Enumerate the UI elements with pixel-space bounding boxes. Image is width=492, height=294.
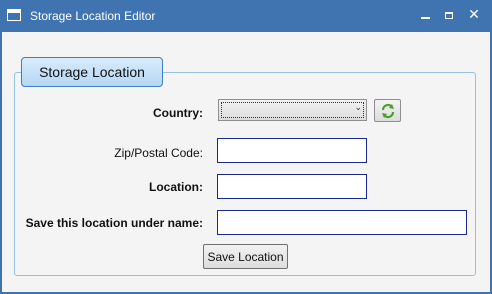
country-dropdown-focus <box>221 102 364 118</box>
zip-input[interactable] <box>217 138 367 163</box>
app-window: Storage Location Editor ✕ Storage Locati… <box>0 0 492 294</box>
minimize-button[interactable] <box>414 5 436 25</box>
window-title: Storage Location Editor <box>30 9 156 23</box>
refresh-button[interactable] <box>374 99 401 122</box>
maximize-button[interactable] <box>438 5 460 25</box>
window-icon <box>7 9 21 21</box>
country-dropdown[interactable]: ⌄ <box>218 99 367 121</box>
save-name-input[interactable] <box>217 210 467 235</box>
group-header: Storage Location <box>21 57 163 87</box>
close-icon: ✕ <box>468 7 480 23</box>
refresh-icon <box>381 103 394 118</box>
client-area: Storage Location Country: ⌄ Zip/Postal C… <box>2 32 490 292</box>
location-label: Location: <box>149 180 203 194</box>
zip-label: Zip/Postal Code: <box>114 146 203 160</box>
close-button[interactable]: ✕ <box>463 5 485 25</box>
title-bar[interactable]: Storage Location Editor ✕ <box>0 0 492 32</box>
save-location-button[interactable]: Save Location <box>203 244 288 269</box>
maximize-icon <box>445 11 453 19</box>
save-name-label: Save this location under name: <box>25 216 203 230</box>
chevron-down-icon: ⌄ <box>354 103 362 113</box>
country-label: Country: <box>153 106 203 120</box>
minimize-icon <box>420 17 430 19</box>
location-input[interactable] <box>217 174 367 199</box>
